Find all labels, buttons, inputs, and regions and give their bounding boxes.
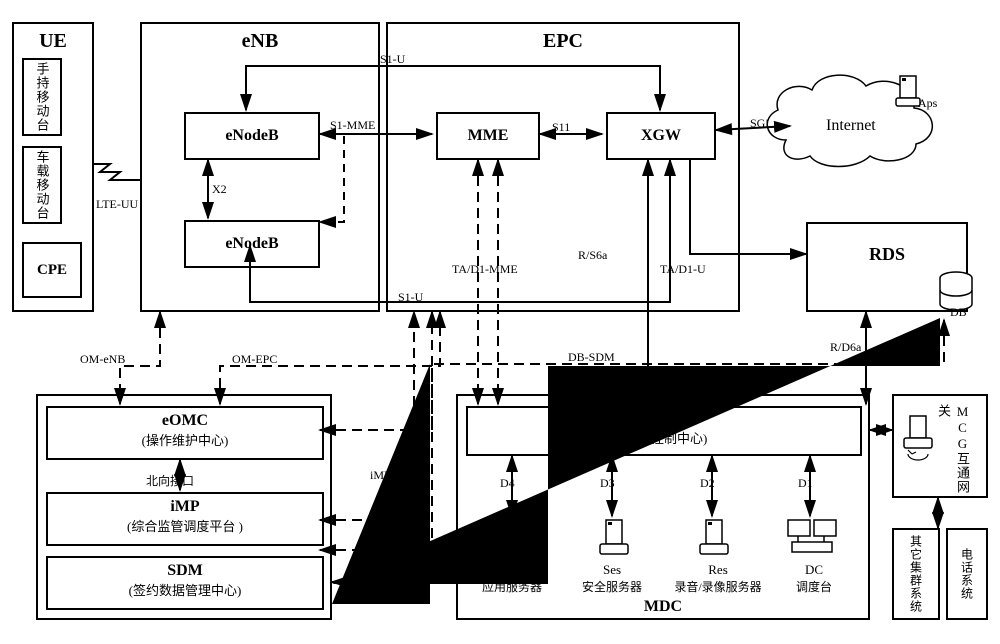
nm-container: eOMC (操作维护中心) 北向接口 iMP (综合监管调度平台 ) SDM (… (36, 394, 332, 620)
imp-epc-label: iMP-EPC (370, 468, 417, 483)
dc-label: DC (778, 562, 850, 578)
dc-srv-name: DC 调度台 (778, 562, 850, 595)
enb-container: eNB eNodeB eNodeB X2 (140, 22, 380, 312)
enodeb-2-label: eNodeB (225, 235, 278, 253)
dc-sub: 调度台 (778, 578, 850, 595)
s1u-bottom-label: S1-U (398, 290, 423, 305)
dc-icon (784, 514, 840, 568)
phone-sys-label: 电话系统 (959, 548, 976, 600)
r-d6a-label: R/D6a (830, 340, 861, 355)
s11-label: S11 (552, 120, 570, 135)
eomc-sub: (操作维护中心) (48, 430, 322, 449)
ue-vehicle: 车载移动台 (22, 146, 62, 224)
r-s6a-label: R/S6a (578, 248, 607, 263)
phone-sys-node: 电话系统 (946, 528, 988, 620)
mcg-label: MCG互通网关 (934, 404, 972, 496)
sdm-label: SDM (48, 562, 322, 580)
scc-node: SCC (交换控制中心) (466, 406, 862, 456)
mcg-node: MCG互通网关 (892, 394, 988, 498)
d2-label: D2 (700, 476, 715, 491)
s1mme-label: S1-MME (330, 118, 375, 133)
mme-label: MME (468, 127, 509, 145)
d4-label: D4 (500, 476, 515, 491)
mdc-title: MDC (458, 598, 868, 616)
other-trunk-label: 其它集群系统 (908, 535, 925, 613)
aps-srv-name: Aps 应用服务器 (476, 562, 548, 595)
imp-sub: (综合监管调度平台 ) (48, 516, 322, 535)
epc-title: EPC (388, 30, 738, 53)
ta-d1-mme-label: TA/D1-MME (452, 262, 518, 277)
res-icon (692, 516, 736, 568)
res-srv-name: Res 录音/录像服务器 (658, 562, 778, 595)
aps-icon (492, 516, 536, 568)
aps-srv-sub: 应用服务器 (476, 578, 548, 595)
ue-handheld: 手持移动台 (22, 58, 62, 136)
x2-label: X2 (212, 182, 227, 197)
imp-node: iMP (综合监管调度平台 ) (46, 492, 324, 546)
ue-handheld-label: 手持移动台 (33, 62, 52, 132)
om-mdc-label: OM-MDC (356, 540, 407, 555)
res-label: Res (658, 562, 778, 578)
sgi-label: SGi (750, 116, 769, 131)
northbound-label: 北向接口 (146, 472, 194, 489)
ue-vehicle-label: 车载移动台 (33, 150, 52, 220)
aps-srv-label: Aps (476, 562, 548, 578)
imp-label: iMP (48, 498, 322, 516)
mme-node: MME (436, 112, 540, 160)
enodeb-2: eNodeB (184, 220, 320, 268)
enodeb-1: eNodeB (184, 112, 320, 160)
ue-title: UE (14, 30, 92, 53)
eomc-label: eOMC (48, 412, 322, 430)
res-sub: 录音/录像服务器 (658, 578, 778, 595)
ue-cpe: CPE (22, 242, 82, 298)
d1-label: D1 (798, 476, 813, 491)
ue-cpe-label: CPE (37, 262, 67, 279)
mcg-icon (900, 414, 936, 462)
xgw-node: XGW (606, 112, 716, 160)
enb-title: eNB (142, 30, 378, 53)
lte-uu-label: LTE-UU (96, 197, 138, 212)
other-trunk-node: 其它集群系统 (892, 528, 940, 620)
s1u-top-label: S1-U (380, 52, 405, 67)
svg-text:DB: DB (950, 305, 967, 319)
internet-label: Internet (826, 117, 876, 134)
scc-sub: (交换控制中心) (468, 428, 860, 447)
ta-d1-u-label: TA/D1-U (660, 262, 706, 277)
ses-sub: 安全服务器 (576, 578, 648, 595)
om-enb-label: OM-eNB (80, 352, 125, 367)
db-icon: DB (936, 270, 976, 320)
sdm-sub: (签约数据管理中心) (48, 580, 322, 599)
ue-container: UE 手持移动台 车载移动台 CPE (12, 22, 94, 312)
xgw-label: XGW (641, 127, 681, 145)
enodeb-1-label: eNodeB (225, 127, 278, 145)
db-sdm-label: DB-SDM (568, 350, 615, 365)
scc-label: SCC (468, 411, 860, 428)
mdc-container: SCC (交换控制中心) Aps 应用服务器 Ses 安全服务器 Res 录音/… (456, 394, 870, 620)
d3-label: D3 (600, 476, 615, 491)
rds-title: RDS (808, 244, 966, 265)
ses-icon (592, 516, 636, 568)
internet-aps-label: Aps (918, 96, 937, 111)
ses-label: Ses (576, 562, 648, 578)
om-epc-label: OM-EPC (232, 352, 277, 367)
eomc-node: eOMC (操作维护中心) (46, 406, 324, 460)
sdm-node: SDM (签约数据管理中心) (46, 556, 324, 610)
ses-srv-name: Ses 安全服务器 (576, 562, 648, 595)
